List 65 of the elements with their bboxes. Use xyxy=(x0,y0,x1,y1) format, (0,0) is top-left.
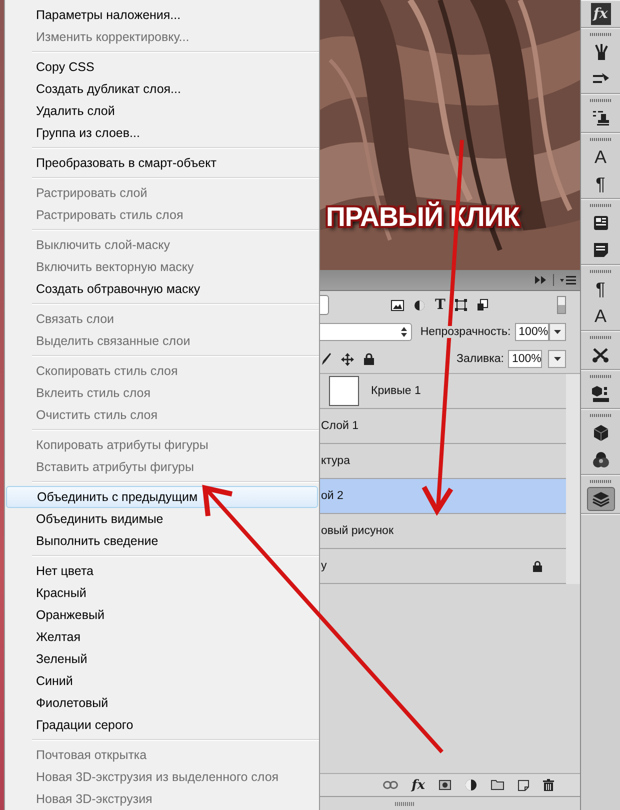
menu-item[interactable]: Оранжевый xyxy=(5,604,319,626)
menu-item[interactable]: Параметры наложения... xyxy=(5,4,319,26)
image-icon[interactable] xyxy=(391,300,404,310)
move-icon[interactable] xyxy=(341,352,354,366)
menu-item[interactable]: Желтая xyxy=(5,626,319,648)
sort-arrows-icon[interactable] xyxy=(401,327,408,337)
lock-icon[interactable] xyxy=(364,353,374,365)
layers-icon[interactable] xyxy=(586,487,614,511)
menu-item[interactable]: Copy CSS xyxy=(5,56,319,78)
menu-item[interactable]: Удалить слой xyxy=(5,100,319,122)
type-filter-glyph[interactable]: T xyxy=(435,298,446,312)
layer-name: Слой 1 xyxy=(320,420,359,432)
mask-icon[interactable] xyxy=(439,780,451,790)
new-layer-icon[interactable] xyxy=(518,780,529,790)
layer-row[interactable]: у xyxy=(320,549,566,584)
layer-row[interactable]: овый рисунок xyxy=(320,514,566,549)
layer-row[interactable]: Слой 1 xyxy=(320,409,566,444)
opacity-dropdown-button[interactable] xyxy=(548,323,566,341)
panel-button[interactable]: A xyxy=(586,145,614,169)
menu-item[interactable]: Синий xyxy=(5,670,319,692)
panel-menu-icon[interactable] xyxy=(560,276,576,284)
trash-icon[interactable] xyxy=(543,779,554,791)
menu-item[interactable]: Зеленый xyxy=(5,648,319,670)
layer-style-button[interactable]: fx xyxy=(412,778,425,792)
menu-item[interactable]: Объединить с предыдущим xyxy=(6,486,318,508)
menu-item[interactable]: Создать обтравочную маску xyxy=(5,278,319,300)
layer-name: овый рисунок xyxy=(320,525,394,537)
opacity-label: Непрозрачность: xyxy=(420,326,511,338)
collapse-icon[interactable] xyxy=(535,276,547,284)
resize-grip[interactable] xyxy=(395,802,415,806)
panel-button[interactable]: ¶ xyxy=(586,277,614,301)
brush-icon[interactable] xyxy=(322,353,331,365)
caret-icon[interactable] xyxy=(554,357,560,361)
caret-icon[interactable] xyxy=(554,330,561,334)
menu-item[interactable]: Создать дубликат слоя... xyxy=(5,78,319,100)
layer-name: у xyxy=(320,560,327,572)
layer-name: ой 2 xyxy=(320,490,344,502)
layer-row[interactable]: Кривые 1 xyxy=(320,374,566,409)
filter-dropdown[interactable] xyxy=(320,295,329,315)
smart-object-icon[interactable] xyxy=(477,299,488,311)
layer-name: ктура xyxy=(320,455,350,467)
menu-item[interactable]: Выполнить сведение xyxy=(5,530,319,552)
menu-item[interactable]: Градации серого xyxy=(5,714,319,736)
fill-label: Заливка: xyxy=(456,353,504,365)
panel-button[interactable]: ¶ xyxy=(586,172,614,196)
menu-item[interactable]: Преобразовать в смарт-объект xyxy=(5,152,319,174)
layer-name: Кривые 1 xyxy=(370,385,421,397)
fill-field[interactable]: 100% xyxy=(508,350,542,368)
menu-item[interactable]: Группа из слоев... xyxy=(5,122,319,144)
annotation-text: ПРАВЫЙ КЛИК xyxy=(326,202,520,233)
link-icon[interactable] xyxy=(382,781,398,789)
fill-dropdown-button[interactable] xyxy=(548,350,566,368)
menu-item[interactable]: Нет цвета xyxy=(5,560,319,582)
menu-item[interactable]: Красный xyxy=(5,582,319,604)
panel-button[interactable]: A xyxy=(586,304,614,328)
adjustment-icon[interactable] xyxy=(465,779,477,791)
transform-icon[interactable] xyxy=(455,299,468,311)
opacity-field[interactable]: 100% xyxy=(514,323,549,341)
panel-button[interactable]: fx xyxy=(590,3,610,25)
filter-toggle[interactable] xyxy=(557,296,566,314)
folder-icon[interactable] xyxy=(491,780,504,790)
menu-item[interactable]: Фиолетовый xyxy=(5,692,319,714)
adjustment-icon[interactable] xyxy=(414,300,425,310)
menu-item[interactable]: Объединить видимые xyxy=(5,508,319,530)
layer-row[interactable]: ой 2 xyxy=(320,479,566,514)
